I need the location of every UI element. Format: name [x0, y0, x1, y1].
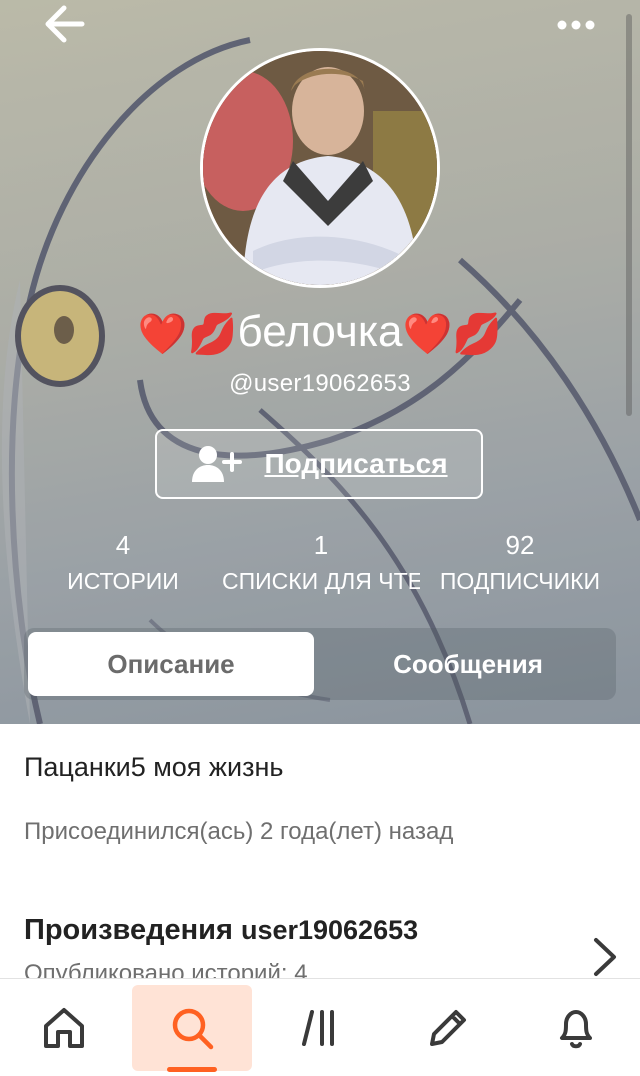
- nav-write[interactable]: [388, 979, 508, 1076]
- tab-messages[interactable]: Сообщения: [324, 632, 612, 696]
- more-dots-icon: [557, 20, 595, 30]
- add-user-icon: [192, 446, 243, 482]
- follow-button-label: Подписаться: [264, 448, 448, 479]
- library-icon: [302, 1010, 334, 1046]
- nav-home[interactable]: [4, 979, 124, 1076]
- chevron-right-icon[interactable]: [588, 934, 620, 980]
- profile-stats: 4 ИСТОРИИ 1 СПИСКИ ДЛЯ ЧТЕНИЯ 92 ПОДПИСЧ…: [0, 528, 640, 604]
- stat-followers-label: ПОДПИСЧИКИ: [439, 568, 601, 594]
- stat-stories[interactable]: 4 ИСТОРИИ: [52, 528, 194, 604]
- works-heading[interactable]: Произведения user19062653: [24, 914, 418, 947]
- nav-search[interactable]: [132, 979, 252, 1076]
- write-icon: [430, 1010, 466, 1046]
- stat-reading-lists-label: СПИСКИ ДЛЯ ЧТЕНИЯ: [222, 568, 420, 594]
- lips-emoji: 💋: [452, 311, 503, 358]
- avatar-photo: [203, 51, 437, 285]
- username: @user19062653: [229, 370, 411, 397]
- arrow-left-icon: [45, 5, 85, 43]
- stat-followers[interactable]: 92 ПОДПИСЧИКИ: [432, 528, 608, 604]
- stat-reading-lists[interactable]: 1 СПИСКИ ДЛЯ ЧТЕНИЯ: [222, 528, 420, 604]
- tab-description[interactable]: Описание: [28, 632, 314, 696]
- bottom-navigation: [0, 978, 640, 1076]
- stat-stories-label: ИСТОРИИ: [67, 568, 179, 594]
- home-icon: [44, 1008, 84, 1048]
- lips-emoji: 💋: [187, 311, 238, 358]
- display-name-text: белочка: [237, 307, 403, 356]
- stat-followers-value: 92: [505, 530, 535, 560]
- search-icon: [172, 1008, 214, 1050]
- nav-notifications[interactable]: [516, 979, 636, 1076]
- works-title: Произведения: [24, 914, 233, 946]
- profile-header: ❤️💋белочка❤️💋 @user19062653 Подписаться …: [0, 0, 640, 724]
- display-name: ❤️💋белочка❤️💋: [0, 302, 640, 364]
- avatar: [200, 48, 440, 288]
- back-button[interactable]: [38, 2, 90, 46]
- works-user: user19062653: [240, 915, 419, 945]
- nav-library[interactable]: [262, 979, 382, 1076]
- more-options-button[interactable]: [552, 10, 600, 40]
- profile-tabs: Описание Сообщения: [24, 628, 616, 700]
- join-date: Присоединился(ась) 2 года(лет) назад: [24, 818, 454, 845]
- notifications-icon: [560, 1010, 592, 1049]
- stat-stories-value: 4: [115, 530, 131, 560]
- heart-emoji: ❤️: [137, 311, 188, 358]
- profile-description: Пацанки5 моя жизнь: [24, 752, 284, 782]
- stat-reading-lists-value: 1: [313, 530, 329, 560]
- follow-button[interactable]: Подписаться: [155, 429, 483, 499]
- heart-emoji: ❤️: [402, 311, 453, 358]
